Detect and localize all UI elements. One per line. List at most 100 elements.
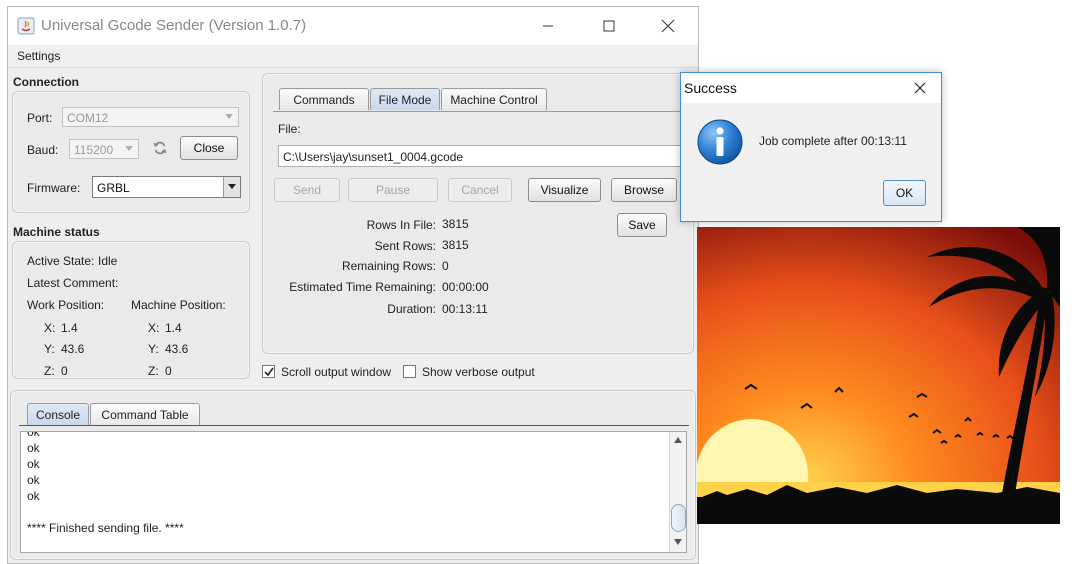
- maximize-icon: [603, 20, 615, 32]
- firmware-value: GRBL: [97, 181, 130, 195]
- port-select[interactable]: COM12: [62, 107, 239, 127]
- sent-rows-label: Sent Rows:: [374, 239, 436, 253]
- scroll-output-label[interactable]: Scroll output window: [281, 365, 391, 379]
- work-y-value: 43.6: [61, 342, 85, 356]
- rows-in-file-label: Rows In File:: [366, 218, 436, 232]
- dialog-message: Job complete after 00:13:11: [759, 134, 907, 148]
- minimize-icon: [543, 25, 553, 27]
- scroll-up-icon: [674, 437, 682, 443]
- work-x-label: X:: [44, 321, 56, 335]
- machine-position-label: Machine Position:: [131, 298, 226, 312]
- tab-commands[interactable]: Commands: [279, 88, 369, 110]
- active-state-value: Idle: [98, 254, 118, 268]
- baud-select[interactable]: 115200: [69, 139, 139, 159]
- scroll-output-checkbox[interactable]: [262, 365, 275, 378]
- port-label: Port:: [27, 111, 53, 125]
- file-path-value: C:\Users\jay\sunset1_0004.gcode: [283, 150, 464, 164]
- tab-console[interactable]: Console: [27, 403, 89, 425]
- menu-settings[interactable]: Settings: [17, 49, 60, 63]
- console-line: ok: [27, 441, 40, 455]
- baud-value: 115200: [74, 143, 114, 157]
- verbose-output-checkbox[interactable]: [403, 365, 416, 378]
- work-z-label: Z:: [44, 364, 55, 378]
- close-window-button[interactable]: [645, 7, 691, 45]
- ugs-main-window: Universal Gcode Sender (Version 1.0.7) S…: [7, 6, 699, 564]
- refresh-ports-button[interactable]: [149, 137, 171, 159]
- console-output[interactable]: ok ok ok ok ok **** Finished sending fil…: [20, 431, 687, 553]
- rows-in-file-value: 3815: [442, 217, 469, 231]
- verbose-output-label[interactable]: Show verbose output: [422, 365, 535, 379]
- dialog-title-bar[interactable]: Success: [681, 73, 941, 103]
- minimize-button[interactable]: [525, 7, 571, 45]
- machine-status-title: Machine status: [13, 225, 100, 239]
- menu-bar: Settings: [8, 45, 698, 68]
- chevron-down-icon: [223, 177, 240, 197]
- success-dialog: Success Job complete after 00:13:11 OK: [680, 72, 942, 222]
- sunset-image: [697, 227, 1060, 524]
- machine-z-label: Z:: [148, 364, 159, 378]
- dialog-ok-button[interactable]: OK: [883, 180, 926, 206]
- scroll-down-icon: [674, 539, 682, 545]
- chevron-down-icon: [121, 141, 137, 157]
- console-line: ok: [27, 457, 40, 471]
- sent-rows-value: 3815: [442, 238, 469, 252]
- work-x-value: 1.4: [61, 321, 78, 335]
- duration-label: Duration:: [387, 302, 436, 316]
- visualize-button[interactable]: Visualize: [528, 178, 601, 202]
- connection-panel: Port: COM12 Baud: 115200 Close Firmware:…: [12, 91, 250, 213]
- tab-strip: Commands File Mode Machine Control: [273, 88, 689, 112]
- machine-x-value: 1.4: [165, 321, 182, 335]
- console-panel: Console Command Table ok ok ok ok ok ***…: [10, 390, 696, 560]
- tab-command-table[interactable]: Command Table: [90, 403, 200, 425]
- save-button[interactable]: Save: [617, 213, 667, 237]
- firmware-select[interactable]: GRBL: [92, 176, 241, 198]
- machine-y-label: Y:: [148, 342, 159, 356]
- cancel-button[interactable]: Cancel: [448, 178, 512, 202]
- file-path-field[interactable]: C:\Users\jay\sunset1_0004.gcode: [278, 145, 682, 167]
- window-title: Universal Gcode Sender (Version 1.0.7): [41, 17, 307, 34]
- estimated-time-value: 00:00:00: [442, 280, 489, 294]
- console-line: **** Finished sending file. ****: [27, 521, 184, 535]
- latest-comment-label: Latest Comment:: [27, 276, 119, 290]
- console-line: ok: [27, 489, 40, 503]
- dialog-close-button[interactable]: [903, 77, 937, 99]
- tab-machine-control[interactable]: Machine Control: [441, 88, 547, 110]
- firmware-label: Firmware:: [27, 181, 81, 195]
- machine-y-value: 43.6: [165, 342, 189, 356]
- chevron-down-icon: [221, 109, 237, 125]
- refresh-icon: [153, 141, 167, 155]
- console-tab-strip: Console Command Table: [19, 403, 689, 426]
- tab-file-mode[interactable]: File Mode: [370, 88, 440, 110]
- console-lines: ok ok ok ok ok **** Finished sending fil…: [27, 431, 184, 536]
- remaining-rows-value: 0: [442, 259, 449, 273]
- close-icon: [661, 19, 675, 33]
- checkmark-icon: [263, 367, 274, 376]
- machine-x-label: X:: [148, 321, 160, 335]
- browse-button[interactable]: Browse: [611, 178, 677, 202]
- send-button[interactable]: Send: [274, 178, 340, 202]
- remaining-rows-label: Remaining Rows:: [341, 259, 436, 273]
- duration-value: 00:13:11: [442, 302, 488, 316]
- close-connection-button[interactable]: Close: [180, 136, 238, 160]
- mode-tabs-panel: Commands File Mode Machine Control File:…: [262, 73, 694, 354]
- work-z-value: 0: [61, 364, 68, 378]
- console-scrollbar[interactable]: [669, 432, 686, 552]
- maximize-button[interactable]: [586, 7, 632, 45]
- pause-button[interactable]: Pause: [348, 178, 438, 202]
- java-app-icon: [17, 17, 35, 35]
- work-y-label: Y:: [44, 342, 55, 356]
- machine-z-value: 0: [165, 364, 172, 378]
- close-icon: [914, 82, 926, 94]
- console-line: ok: [27, 431, 40, 439]
- info-icon: [697, 119, 743, 165]
- scroll-thumb[interactable]: [671, 504, 686, 532]
- title-bar[interactable]: Universal Gcode Sender (Version 1.0.7): [8, 7, 698, 45]
- machine-status-panel: Active State: Idle Latest Comment: Work …: [12, 241, 250, 379]
- console-line: ok: [27, 473, 40, 487]
- file-label: File:: [278, 122, 301, 136]
- estimated-time-label: Estimated Time Remaining:: [289, 280, 436, 294]
- work-position-label: Work Position:: [27, 298, 105, 312]
- connection-title: Connection: [13, 75, 79, 89]
- active-state-label: Active State:: [27, 254, 95, 268]
